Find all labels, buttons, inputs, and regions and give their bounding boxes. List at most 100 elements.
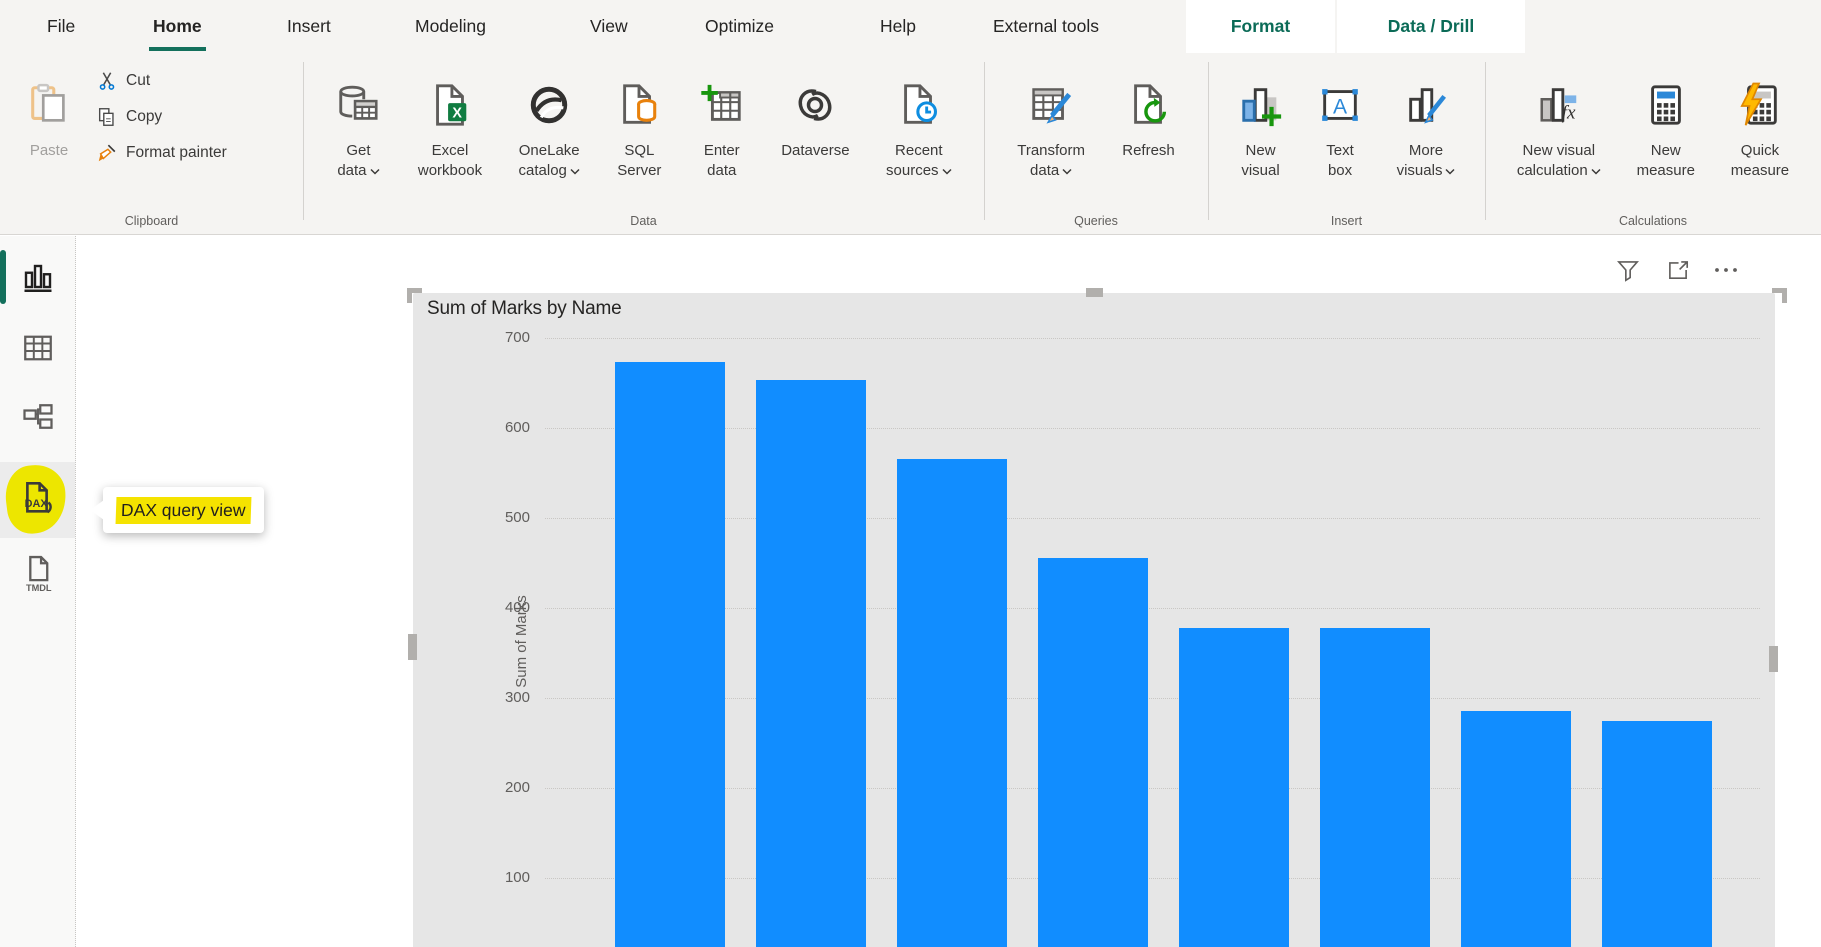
new-visual-button[interactable]: New visual — [1234, 69, 1288, 181]
tab-modeling[interactable]: Modeling — [415, 0, 486, 53]
sidebar-item-report-view[interactable] — [0, 254, 75, 302]
text-box-label-2: box — [1328, 161, 1352, 181]
more-options-icon[interactable] — [1710, 254, 1742, 286]
tab-format[interactable]: Format — [1186, 0, 1335, 53]
quick-measure-button[interactable]: Quick measure — [1727, 69, 1793, 181]
gridline — [545, 878, 1760, 879]
sidebar-item-tmdl-view[interactable]: TMDL — [0, 548, 75, 600]
more-visuals-label-1: More — [1409, 141, 1443, 161]
y-axis-tick-label: 300 — [413, 689, 530, 706]
svg-text:fx: fx — [1561, 102, 1575, 123]
onelake-catalog-button[interactable]: OneLake catalog — [515, 69, 584, 181]
get-data-button[interactable]: Get data — [331, 69, 385, 181]
group-label-calculations: Calculations — [1485, 213, 1821, 233]
y-axis-tick-label: 100 — [413, 869, 530, 886]
excel-workbook-icon: X — [427, 69, 473, 141]
sql-server-button[interactable]: SQL Server — [612, 69, 666, 181]
dataverse-icon — [792, 69, 838, 141]
cut-scissors-icon — [96, 70, 118, 92]
excel-workbook-button[interactable]: X Excel workbook — [414, 69, 486, 181]
bar[interactable] — [1179, 628, 1289, 947]
sidebar-item-model-view[interactable] — [0, 394, 75, 442]
bar[interactable] — [1320, 628, 1430, 947]
dax-query-view-tooltip: DAX query view — [103, 487, 264, 533]
svg-text:DAX: DAX — [25, 498, 49, 510]
transform-data-label-1: Transform — [1017, 141, 1085, 161]
tab-external-tools[interactable]: External tools — [993, 0, 1099, 53]
new-visual-icon — [1238, 69, 1284, 141]
paste-button[interactable]: Paste — [18, 69, 80, 161]
new-visual-calculation-label-2: calculation — [1517, 162, 1588, 179]
bar-chart-visual[interactable]: Sum of Marks by Name Sum of Marks 100200… — [413, 293, 1775, 947]
new-visual-label-2: visual — [1241, 161, 1279, 181]
new-measure-button[interactable]: New measure — [1633, 69, 1699, 181]
chevron-down-icon — [370, 168, 380, 175]
resize-handle-top-center[interactable] — [1086, 288, 1103, 297]
text-box-icon: A — [1317, 69, 1363, 141]
paste-clipboard-icon — [26, 69, 72, 141]
dataverse-label-1: Dataverse — [781, 141, 849, 161]
bar[interactable] — [1461, 711, 1571, 947]
y-axis-tick-label: 400 — [413, 599, 530, 616]
chevron-down-icon — [1062, 168, 1072, 175]
excel-workbook-label-2: workbook — [418, 161, 482, 181]
copy-button[interactable]: Copy — [96, 100, 162, 134]
group-label-clipboard: Clipboard — [0, 213, 303, 233]
gridline — [545, 338, 1760, 339]
more-visuals-label-2: visuals — [1397, 162, 1443, 179]
gridline — [545, 788, 1760, 789]
bar[interactable] — [1602, 721, 1712, 947]
tab-insert[interactable]: Insert — [287, 0, 331, 53]
onelake-catalog-label-1: OneLake — [519, 141, 580, 161]
bar[interactable] — [1038, 558, 1148, 947]
enter-data-button[interactable]: Enter data — [695, 69, 749, 181]
new-visual-calculation-icon: fx — [1536, 69, 1582, 141]
resize-handle-top-left[interactable] — [407, 288, 422, 303]
format-painter-button[interactable]: Format painter — [96, 136, 227, 170]
svg-text:A: A — [1333, 96, 1348, 119]
sql-server-icon — [616, 69, 662, 141]
get-data-icon — [335, 69, 381, 141]
dataverse-button[interactable]: Dataverse — [777, 69, 853, 181]
new-visual-calculation-button[interactable]: fx New visual calculation — [1513, 69, 1605, 181]
resize-handle-right-middle[interactable] — [1769, 646, 1778, 672]
group-calculations: fx New visual calculation — [1485, 53, 1821, 234]
sidebar-item-table-view[interactable] — [0, 324, 75, 372]
bar[interactable] — [615, 362, 725, 947]
text-box-button[interactable]: A Text box — [1313, 69, 1367, 181]
resize-handle-top-right[interactable] — [1772, 288, 1787, 303]
gridline — [545, 518, 1760, 519]
focus-mode-icon[interactable] — [1662, 254, 1694, 286]
new-measure-label-1: New — [1651, 141, 1681, 161]
refresh-button[interactable]: Refresh — [1118, 69, 1179, 181]
recent-sources-button[interactable]: Recent sources — [882, 69, 956, 181]
tab-home[interactable]: Home — [153, 0, 202, 53]
y-axis-tick-label: 200 — [413, 779, 530, 796]
tab-file[interactable]: File — [47, 0, 75, 53]
gridline — [545, 428, 1760, 429]
bar[interactable] — [756, 380, 866, 947]
y-axis-tick-label: 500 — [413, 509, 530, 526]
group-label-insert: Insert — [1208, 213, 1485, 233]
tab-optimize[interactable]: Optimize — [705, 0, 774, 53]
tab-data-drill[interactable]: Data / Drill — [1337, 0, 1525, 53]
sql-server-label-2: Server — [617, 161, 661, 181]
format-painter-brush-icon — [96, 142, 118, 164]
filter-icon[interactable] — [1612, 254, 1644, 286]
ribbon: File Home Insert Modeling View Optimize … — [0, 0, 1821, 235]
group-label-queries: Queries — [984, 213, 1208, 233]
resize-handle-left-middle[interactable] — [408, 634, 417, 660]
more-visuals-button[interactable]: More visuals — [1393, 69, 1460, 181]
y-axis-tick-label: 600 — [413, 419, 530, 436]
new-visual-label-1: New — [1246, 141, 1276, 161]
sidebar-item-dax-query-view[interactable]: DAX — [0, 462, 75, 538]
get-data-label-1: Get — [346, 141, 370, 161]
format-painter-label: Format painter — [126, 143, 227, 163]
transform-data-button[interactable]: Transform data — [1013, 69, 1089, 181]
bar[interactable] — [897, 459, 1007, 947]
text-box-label-1: Text — [1326, 141, 1354, 161]
tab-view[interactable]: View — [590, 0, 628, 53]
cut-button[interactable]: Cut — [96, 64, 150, 98]
tab-help[interactable]: Help — [880, 0, 916, 53]
group-queries: Transform data Refresh — [984, 53, 1208, 234]
